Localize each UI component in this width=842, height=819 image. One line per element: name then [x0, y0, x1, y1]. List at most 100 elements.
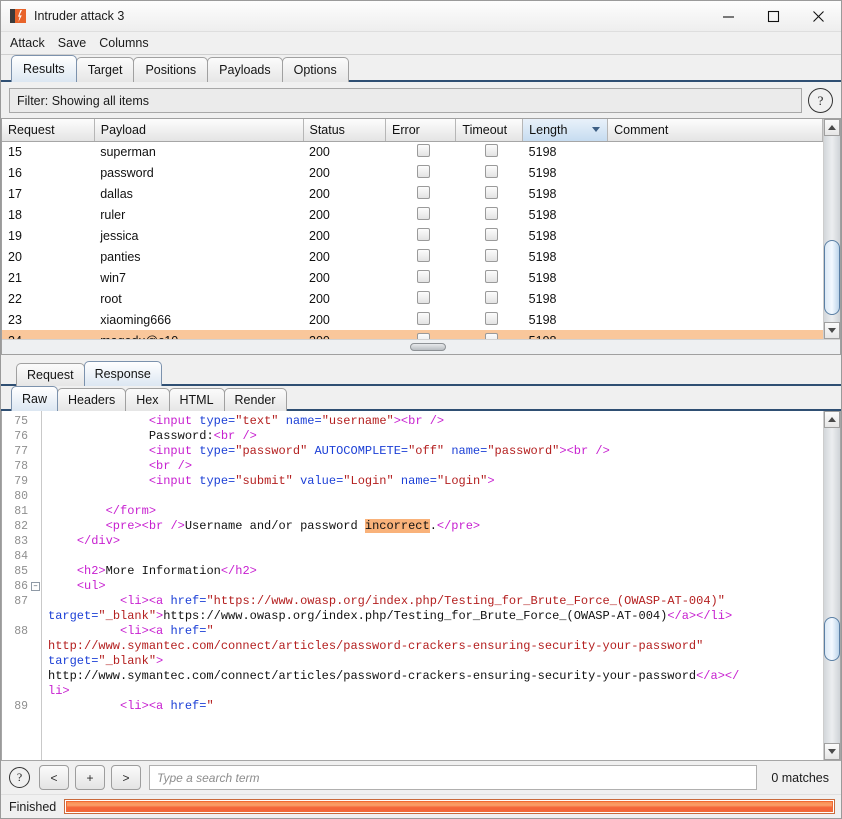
cell-timeout-checkbox[interactable]: [456, 288, 523, 309]
tab-target[interactable]: Target: [75, 57, 135, 82]
table-row[interactable]: 24magedu@c10200 5198: [2, 330, 823, 339]
checkbox-icon[interactable]: [485, 227, 499, 241]
checkbox-icon[interactable]: [485, 143, 499, 157]
tab-results[interactable]: Results: [11, 55, 77, 82]
table-row[interactable]: 15 superman 200 5198: [2, 141, 823, 162]
cell-error-checkbox[interactable]: [386, 225, 456, 246]
checkbox-icon[interactable]: [485, 185, 499, 199]
search-help-icon[interactable]: ?: [9, 767, 30, 788]
tab-render[interactable]: Render: [223, 388, 287, 411]
table-row[interactable]: 18 ruler 200 5198: [2, 204, 823, 225]
search-input[interactable]: Type a search term: [149, 765, 758, 790]
cell-length: 5198: [522, 330, 608, 339]
response-scroll-thumb[interactable]: [824, 617, 840, 662]
tab-payloads[interactable]: Payloads: [207, 57, 283, 82]
cell-timeout-checkbox[interactable]: [456, 141, 523, 162]
menu-attack[interactable]: Attack: [10, 36, 45, 50]
close-icon[interactable]: [796, 1, 841, 31]
results-scroll-thumb[interactable]: [824, 240, 840, 315]
line-number: 78: [14, 460, 28, 473]
table-row[interactable]: 23 xiaoming666 200 5198: [2, 309, 823, 330]
column-header-length[interactable]: Length: [522, 119, 609, 142]
code-token: <h2>: [76, 564, 106, 578]
maximize-icon[interactable]: [751, 1, 796, 31]
cell-error-checkbox[interactable]: [386, 204, 456, 225]
checkbox-icon[interactable]: [485, 269, 499, 283]
checkbox-icon[interactable]: [416, 206, 430, 220]
table-row[interactable]: 20 panties 200 5198: [2, 246, 823, 267]
title-bar: Intruder attack 3: [1, 1, 841, 32]
column-header-payload[interactable]: Payload: [94, 119, 304, 142]
cell-timeout-checkbox[interactable]: [456, 204, 523, 225]
table-row[interactable]: 16 password 200 5198: [2, 162, 823, 183]
cell-error-checkbox[interactable]: [386, 141, 456, 162]
response-scroll-up-icon[interactable]: [824, 411, 840, 428]
cell-error-checkbox[interactable]: [386, 162, 456, 183]
column-header-error[interactable]: Error: [385, 119, 457, 142]
scroll-up-icon[interactable]: [824, 119, 840, 136]
table-row[interactable]: 19 jessica 200 5198: [2, 225, 823, 246]
results-horizontal-scrollbar[interactable]: [2, 339, 840, 354]
checkbox-icon[interactable]: [416, 227, 430, 241]
cell-timeout-checkbox[interactable]: [456, 225, 523, 246]
table-row[interactable]: 22 root 200 5198: [2, 288, 823, 309]
help-icon[interactable]: ?: [808, 88, 833, 113]
cell-timeout-checkbox[interactable]: [456, 162, 523, 183]
tab-html[interactable]: HTML: [168, 388, 225, 411]
results-hscroll-thumb[interactable]: [410, 343, 446, 351]
tab-raw[interactable]: Raw: [11, 386, 59, 411]
cell-error-checkbox[interactable]: [386, 288, 456, 309]
table-row[interactable]: 21 win7 200 5198: [2, 267, 823, 288]
checkbox-icon[interactable]: [416, 185, 430, 199]
tab-hex[interactable]: Hex: [125, 388, 170, 411]
cell-error-checkbox[interactable]: [386, 246, 456, 267]
cell-error-checkbox[interactable]: [386, 309, 456, 330]
checkbox-icon[interactable]: [485, 311, 499, 325]
cell-error-checkbox[interactable]: [386, 267, 456, 288]
checkbox-icon[interactable]: [416, 143, 430, 157]
code-token: value=: [300, 474, 344, 488]
checkbox-icon[interactable]: [416, 269, 430, 283]
scroll-down-icon[interactable]: [824, 322, 840, 339]
tab-headers[interactable]: Headers: [57, 388, 127, 411]
response-vertical-scrollbar[interactable]: [823, 411, 840, 760]
tab-request[interactable]: Request: [16, 363, 85, 386]
tab-response[interactable]: Response: [83, 361, 162, 386]
cell-timeout-checkbox[interactable]: [456, 309, 523, 330]
checkbox-icon[interactable]: [485, 290, 499, 304]
table-row[interactable]: 17 dallas 200 5198: [2, 183, 823, 204]
checkbox-icon[interactable]: [485, 248, 499, 262]
results-vertical-scrollbar[interactable]: [823, 119, 840, 339]
search-prev-button[interactable]: <: [39, 765, 69, 790]
response-scroll-down-icon[interactable]: [824, 743, 840, 760]
tab-positions[interactable]: Positions: [133, 57, 209, 82]
cell-error-checkbox[interactable]: [385, 330, 456, 339]
response-scroll-track[interactable]: [824, 428, 840, 743]
column-header-comment[interactable]: Comment: [607, 119, 823, 142]
filter-bar[interactable]: Filter: Showing all items: [9, 88, 802, 113]
response-source-text[interactable]: <input type="text" name="username"><br /…: [42, 411, 823, 760]
cell-timeout-checkbox[interactable]: [456, 246, 523, 267]
checkbox-icon[interactable]: [485, 206, 499, 220]
status-bar: Finished: [1, 794, 841, 818]
fold-toggle-icon[interactable]: –: [31, 582, 40, 591]
menu-columns[interactable]: Columns: [99, 36, 148, 50]
search-next-button[interactable]: >: [111, 765, 141, 790]
column-header-request[interactable]: Request: [2, 119, 95, 142]
results-scroll-track[interactable]: [824, 136, 840, 322]
checkbox-icon[interactable]: [416, 248, 430, 262]
cell-timeout-checkbox[interactable]: [456, 267, 523, 288]
cell-timeout-checkbox[interactable]: [456, 183, 523, 204]
checkbox-icon[interactable]: [416, 311, 430, 325]
cell-timeout-checkbox[interactable]: [455, 330, 523, 339]
column-header-timeout[interactable]: Timeout: [455, 119, 524, 142]
search-add-button[interactable]: +: [75, 765, 105, 790]
checkbox-icon[interactable]: [416, 164, 430, 178]
column-header-status[interactable]: Status: [303, 119, 387, 142]
minimize-icon[interactable]: [706, 1, 751, 31]
checkbox-icon[interactable]: [416, 290, 430, 304]
checkbox-icon[interactable]: [485, 164, 499, 178]
menu-save[interactable]: Save: [58, 36, 87, 50]
cell-error-checkbox[interactable]: [386, 183, 456, 204]
tab-options[interactable]: Options: [281, 57, 349, 82]
